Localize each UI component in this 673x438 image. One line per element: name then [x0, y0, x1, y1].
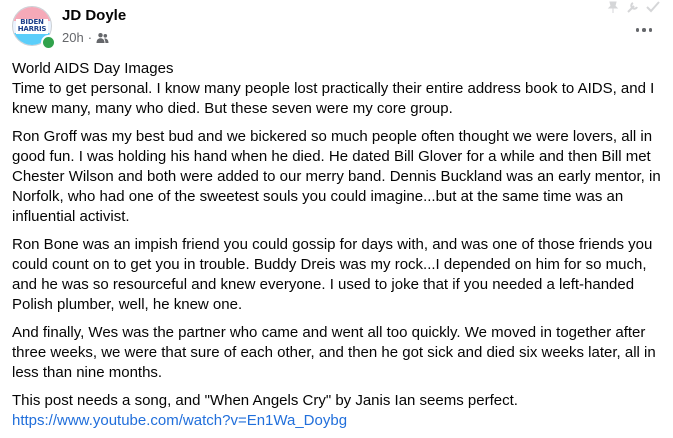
post-paragraph: Time to get personal. I know many people…: [12, 80, 655, 117]
post-paragraph: Ron Bone was an impish friend you could …: [12, 236, 653, 313]
post-paragraph: Ron Groff was my best bud and we bickere…: [12, 128, 661, 225]
post-body: World AIDS Day Images Time to get person…: [12, 59, 667, 431]
friends-icon[interactable]: [96, 32, 109, 44]
post-meta: 20h ·: [62, 30, 109, 45]
author-name[interactable]: JD Doyle: [62, 7, 126, 24]
post-title-line: World AIDS Day Images: [12, 60, 174, 77]
meta-separator: ·: [87, 30, 93, 45]
more-dot: [648, 28, 653, 32]
more-dot: [642, 28, 646, 32]
check-icon: [646, 0, 660, 13]
wrench-icon: [626, 0, 640, 13]
post-paragraph: And finally, Wes was the partner who cam…: [12, 324, 656, 381]
post-paragraph: This post needs a song, and "When Angels…: [12, 392, 518, 409]
pin-icon: [606, 0, 620, 13]
online-status-dot: [41, 35, 56, 50]
faded-toolbar: [606, 0, 660, 13]
more-options-icon[interactable]: [632, 20, 656, 40]
avatar-text-line2: HARRIS: [17, 25, 47, 33]
more-dot: [635, 28, 640, 32]
post-timestamp[interactable]: 20h: [62, 30, 84, 45]
facebook-post: BIDEN HARRIS JD Doyle 20h · World AIDS D…: [0, 0, 673, 438]
avatar-badge: BIDEN HARRIS: [16, 19, 48, 34]
post-header: BIDEN HARRIS JD Doyle 20h ·: [12, 1, 662, 52]
youtube-link[interactable]: https://www.youtube.com/watch?v=En1Wa_Do…: [12, 412, 347, 429]
